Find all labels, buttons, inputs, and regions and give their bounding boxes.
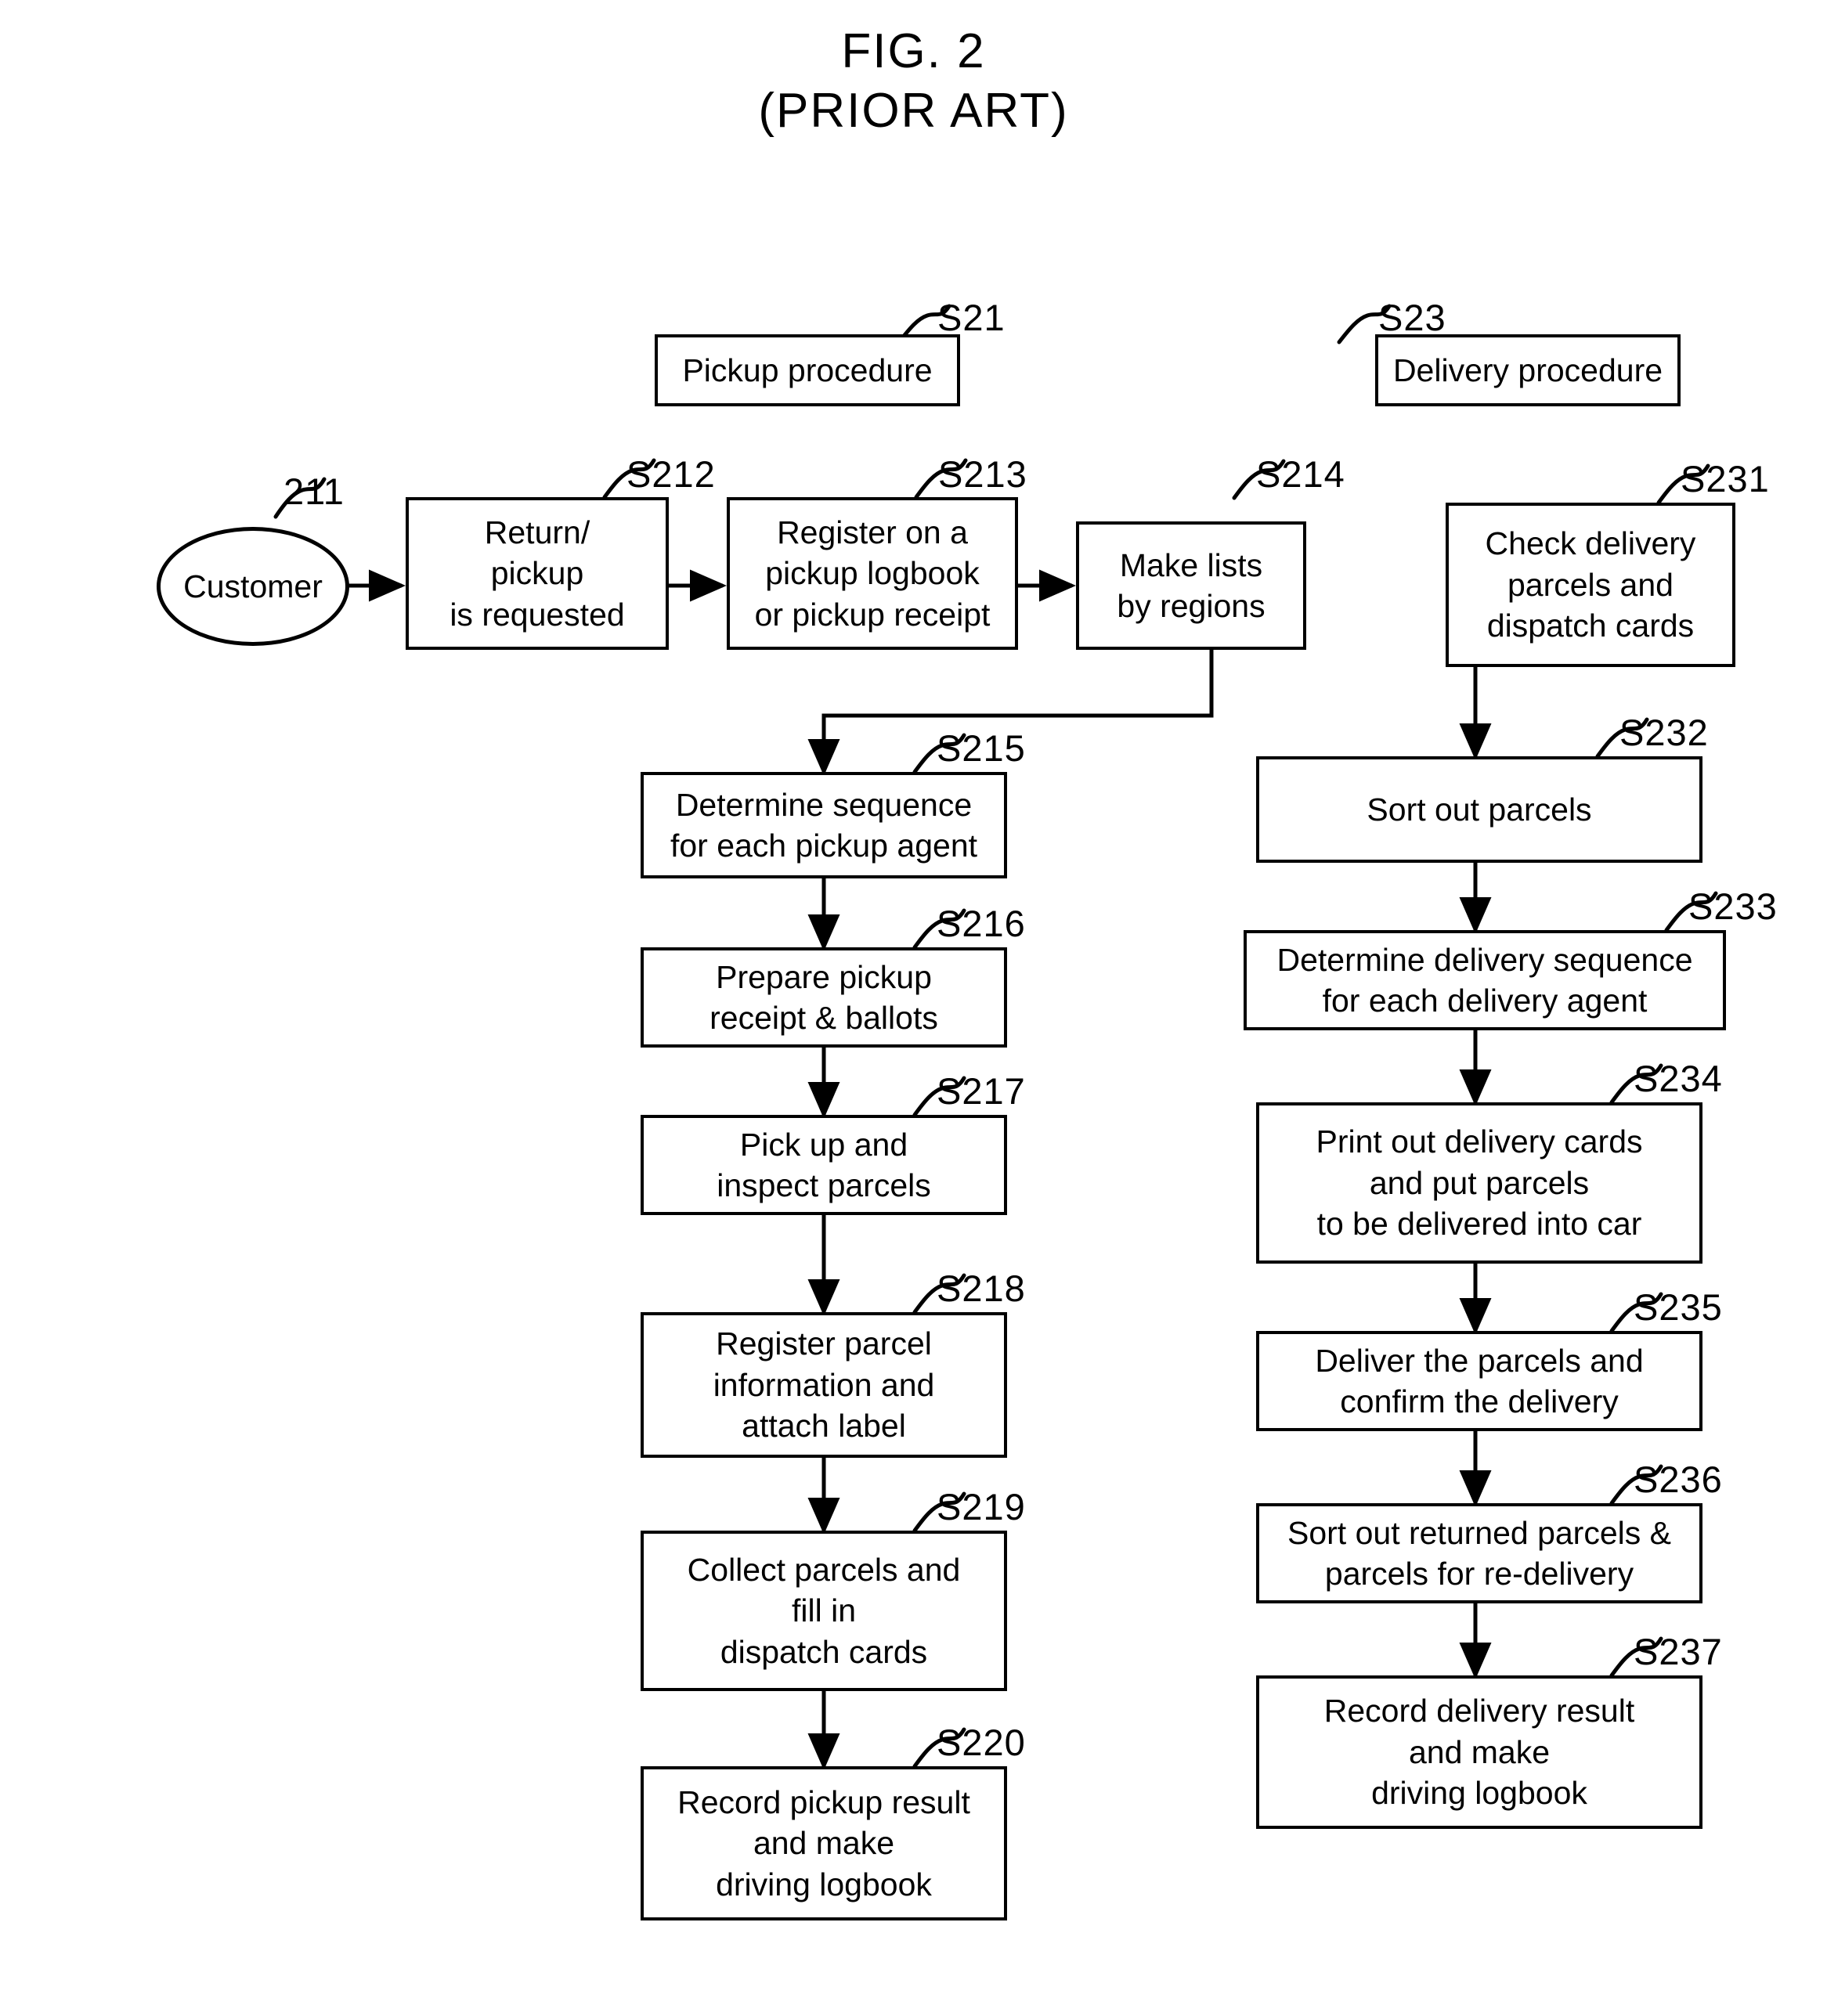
ref-label-s217: S217 — [937, 1070, 1026, 1112]
ref-label-s232: S232 — [1619, 712, 1709, 753]
ref-label-s214: S214 — [1256, 453, 1345, 495]
process-label-s232: Sort out parcels — [1367, 791, 1592, 828]
process-box-s215: Determine sequence for each pickup agent — [641, 772, 1007, 878]
actor-label-customer: Customer — [183, 568, 323, 604]
process-label-s236: Sort out returned parcels & parcels for … — [1287, 1514, 1671, 1592]
header-box-pickup-procedure: Pickup procedure — [655, 334, 960, 406]
header-box-delivery-procedure: Delivery procedure — [1375, 334, 1681, 406]
process-box-s219: Collect parcels and fill in dispatch car… — [641, 1531, 1007, 1691]
ref-label-s220: S220 — [937, 1722, 1026, 1763]
header-label-pickup-procedure: Pickup procedure — [682, 352, 933, 388]
process-label-s231: Check delivery parcels and dispatch card… — [1485, 525, 1696, 644]
process-box-s236: Sort out returned parcels & parcels for … — [1256, 1503, 1702, 1603]
ref-label-s213: S213 — [938, 453, 1027, 495]
actor-oval-customer: Customer — [157, 527, 349, 646]
ref-label-s216: S216 — [937, 903, 1026, 944]
process-box-s213: Register on a pickup logbook or pickup r… — [727, 497, 1018, 650]
process-label-s216: Prepare pickup receipt & ballots — [709, 958, 938, 1036]
process-box-s237: Record delivery result and make driving … — [1256, 1675, 1702, 1829]
process-box-s220: Record pickup result and make driving lo… — [641, 1766, 1007, 1920]
process-label-s217: Pick up and inspect parcels — [717, 1126, 931, 1203]
ref-label-s21: S21 — [937, 297, 1006, 338]
ref-label-s231: S231 — [1681, 458, 1770, 499]
ref-label-s218: S218 — [937, 1268, 1026, 1309]
process-box-s233: Determine delivery sequence for each del… — [1244, 930, 1726, 1030]
ref-label-211: 211 — [283, 471, 345, 512]
ref-label-s212: S212 — [626, 453, 716, 495]
process-box-s212: Return/ pickup is requested — [406, 497, 669, 650]
process-box-s235: Deliver the parcels and confirm the deli… — [1256, 1331, 1702, 1431]
process-label-s220: Record pickup result and make driving lo… — [677, 1783, 970, 1902]
process-label-s218: Register parcel information and attach l… — [713, 1325, 935, 1444]
process-box-s231: Check delivery parcels and dispatch card… — [1446, 503, 1735, 667]
process-label-s215: Determine sequence for each pickup agent — [670, 786, 978, 864]
process-box-s218: Register parcel information and attach l… — [641, 1312, 1007, 1458]
header-label-delivery-procedure: Delivery procedure — [1392, 352, 1663, 388]
ref-label-s215: S215 — [937, 727, 1026, 769]
process-label-s235: Deliver the parcels and confirm the deli… — [1315, 1342, 1644, 1419]
process-label-s237: Record delivery result and make driving … — [1323, 1693, 1635, 1812]
ref-label-s233: S233 — [1688, 885, 1778, 927]
process-label-s234: Print out delivery cards and put parcels… — [1316, 1123, 1643, 1242]
process-label-s219: Collect parcels and fill in dispatch car… — [687, 1551, 961, 1670]
process-box-s234: Print out delivery cards and put parcels… — [1256, 1102, 1702, 1264]
process-box-s217: Pick up and inspect parcels — [641, 1115, 1007, 1215]
ref-label-s23: S23 — [1378, 297, 1446, 338]
ref-label-s237: S237 — [1634, 1631, 1723, 1672]
process-box-s214: Make lists by regions — [1076, 521, 1306, 650]
ref-label-s236: S236 — [1634, 1459, 1723, 1500]
ref-label-s234: S234 — [1634, 1058, 1723, 1099]
ref-label-s219: S219 — [937, 1486, 1026, 1527]
ref-label-s235: S235 — [1634, 1286, 1723, 1328]
figure-canvas: FIG. 2 (PRIOR ART) Pickup procedure Deli… — [0, 0, 1827, 2016]
process-box-s232: Sort out parcels — [1256, 756, 1702, 863]
process-box-s216: Prepare pickup receipt & ballots — [641, 947, 1007, 1048]
process-label-s214: Make lists by regions — [1117, 546, 1266, 624]
process-label-s213: Register on a pickup logbook or pickup r… — [754, 514, 991, 633]
process-label-s212: Return/ pickup is requested — [450, 514, 625, 633]
process-label-s233: Determine delivery sequence for each del… — [1276, 941, 1693, 1019]
